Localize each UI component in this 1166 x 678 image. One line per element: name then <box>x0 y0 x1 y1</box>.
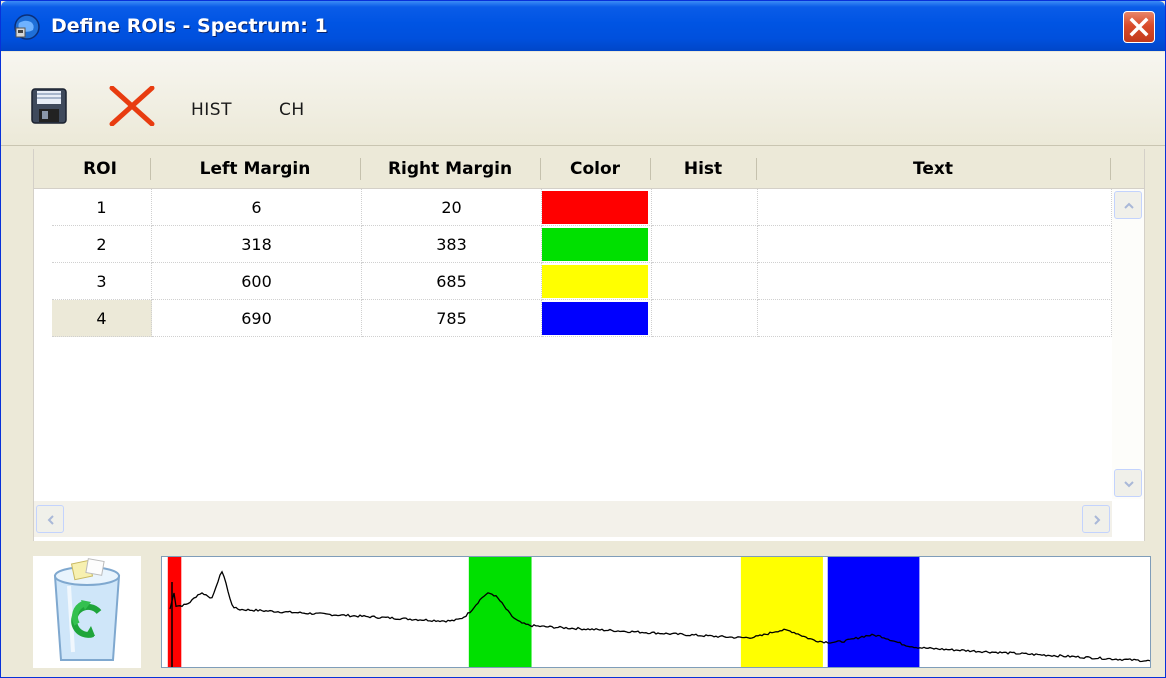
table-cell-left[interactable]: 6 <box>152 189 362 226</box>
table-cell-text[interactable] <box>758 189 1112 226</box>
table-cell-color[interactable] <box>542 226 652 263</box>
chevron-up-icon <box>1124 202 1134 209</box>
column-header-text[interactable]: Text <box>758 149 1108 189</box>
scroll-right-button[interactable] <box>1082 505 1110 533</box>
column-header-left-margin[interactable]: Left Margin <box>152 149 358 189</box>
spectrum-trace <box>169 570 1151 663</box>
table-cell-hist[interactable] <box>652 189 758 226</box>
app-globe-icon <box>14 14 40 40</box>
table-cell-left[interactable]: 318 <box>152 226 362 263</box>
ch-button[interactable]: CH <box>279 99 305 121</box>
horizontal-scrollbar[interactable] <box>34 501 1112 537</box>
table-cell-left[interactable]: 690 <box>152 300 362 337</box>
column-separator[interactable] <box>360 158 361 180</box>
table-row[interactable]: 1 6 20 <box>34 189 1112 226</box>
close-button[interactable] <box>1123 11 1155 43</box>
define-rois-window: Define ROIs - Spectrum: 1 HIST CH ROI Le… <box>0 0 1166 678</box>
floppy-disk-icon <box>31 88 67 124</box>
chevron-left-icon <box>47 515 54 525</box>
table-cell-roi[interactable]: 1 <box>52 189 152 226</box>
scroll-up-button[interactable] <box>1114 191 1142 219</box>
column-header-hist[interactable]: Hist <box>652 149 754 189</box>
column-separator[interactable] <box>150 158 151 180</box>
table-cell-left[interactable]: 600 <box>152 263 362 300</box>
table-cell-right[interactable]: 20 <box>362 189 542 226</box>
table-cell-roi[interactable]: 4 <box>52 300 152 337</box>
table-cell-right[interactable]: 383 <box>362 226 542 263</box>
spectrum-preview[interactable] <box>161 556 1151 668</box>
table-row[interactable]: 3 600 685 <box>34 263 1112 300</box>
grid-header: ROI Left Margin Right Margin Color Hist … <box>34 149 1144 189</box>
table-cell-right[interactable]: 785 <box>362 300 542 337</box>
table-cell-text[interactable] <box>758 300 1112 337</box>
table-cell-text[interactable] <box>758 263 1112 300</box>
column-separator[interactable] <box>650 158 651 180</box>
spectrum-plot[interactable] <box>162 557 1151 667</box>
column-separator[interactable] <box>540 158 541 180</box>
column-header-right-margin[interactable]: Right Margin <box>362 149 538 189</box>
table-cell-color[interactable] <box>542 189 652 226</box>
scroll-down-button[interactable] <box>1114 469 1142 497</box>
table-cell-roi[interactable]: 3 <box>52 263 152 300</box>
hist-button[interactable]: HIST <box>191 99 232 121</box>
title-bar[interactable]: Define ROIs - Spectrum: 1 <box>1 1 1165 51</box>
delete-button[interactable] <box>108 85 156 127</box>
vertical-scrollbar[interactable] <box>1112 189 1144 499</box>
table-cell-hist[interactable] <box>652 226 758 263</box>
table-cell-hist[interactable] <box>652 263 758 300</box>
toolbar: HIST CH <box>1 52 1165 146</box>
table-row[interactable]: 4 690 785 <box>34 300 1112 337</box>
close-icon <box>1129 17 1149 37</box>
table-row[interactable]: 2 318 383 <box>34 226 1112 263</box>
table-cell-color[interactable] <box>542 263 652 300</box>
scroll-left-button[interactable] <box>36 505 64 533</box>
column-header-color[interactable]: Color <box>542 149 648 189</box>
red-x-icon <box>109 85 155 127</box>
column-header-roi[interactable]: ROI <box>52 149 148 189</box>
roi-band-2[interactable] <box>468 557 532 667</box>
table-cell-text[interactable] <box>758 226 1112 263</box>
table-cell-color[interactable] <box>542 300 652 337</box>
roi-band-3[interactable] <box>740 557 823 667</box>
table-cell-right[interactable]: 685 <box>362 263 542 300</box>
color-swatch[interactable] <box>542 265 648 298</box>
roi-band-4[interactable] <box>827 557 920 667</box>
color-swatch[interactable] <box>542 302 648 335</box>
chevron-right-icon <box>1094 515 1101 525</box>
recycle-bin-button[interactable] <box>33 556 141 668</box>
column-separator[interactable] <box>756 158 757 180</box>
table-cell-hist[interactable] <box>652 300 758 337</box>
color-swatch[interactable] <box>542 228 648 261</box>
roi-grid[interactable]: ROI Left Margin Right Margin Color Hist … <box>33 149 1145 541</box>
column-separator[interactable] <box>1110 158 1111 180</box>
roi-band-1[interactable] <box>167 557 182 667</box>
color-swatch[interactable] <box>542 191 648 224</box>
window-title: Define ROIs - Spectrum: 1 <box>51 15 328 37</box>
save-button[interactable] <box>31 88 67 124</box>
table-cell-roi[interactable]: 2 <box>52 226 152 263</box>
recycle-bin-icon <box>53 558 121 661</box>
chevron-down-icon <box>1124 481 1134 488</box>
